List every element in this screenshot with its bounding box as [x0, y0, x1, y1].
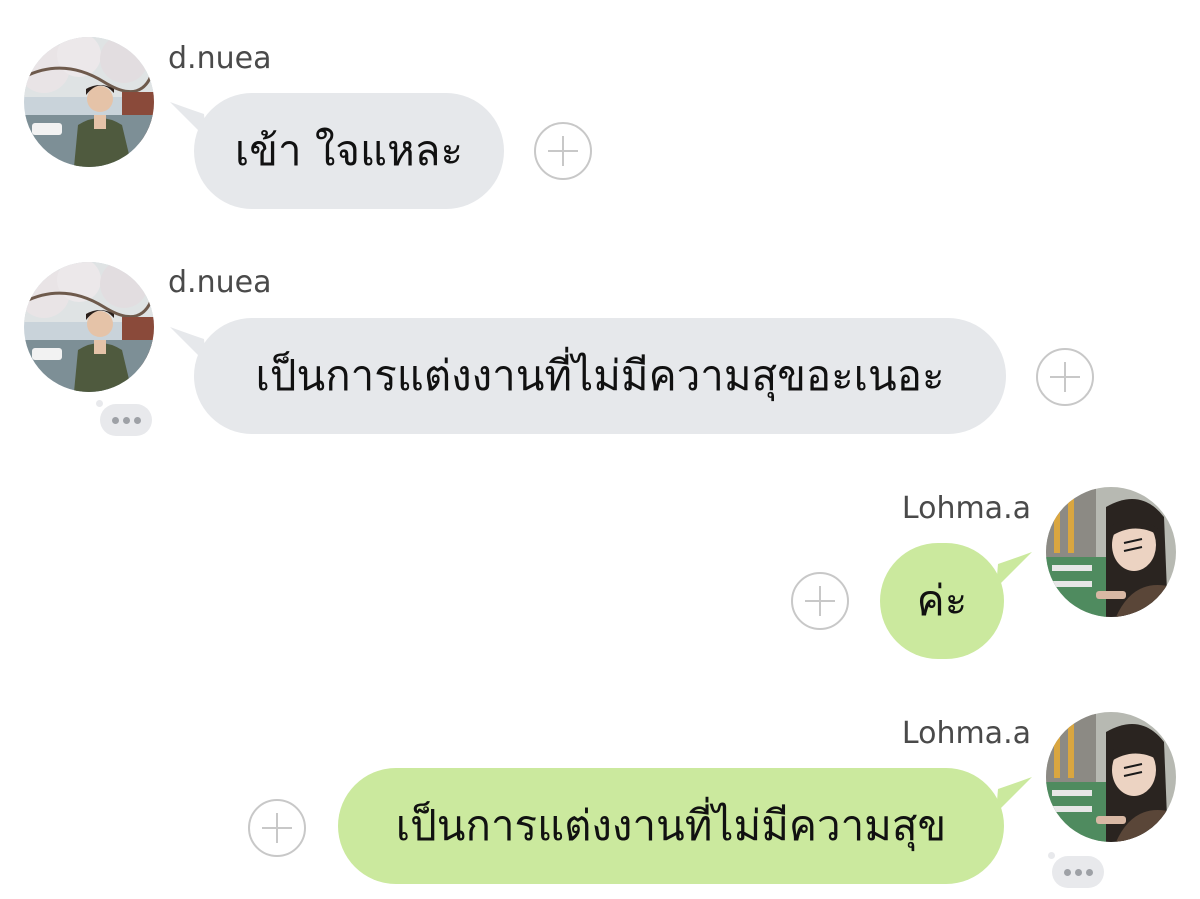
- avatar-lohma-a[interactable]: [1046, 487, 1176, 617]
- plus-circle-icon[interactable]: [1036, 348, 1094, 406]
- plus-circle-icon[interactable]: [248, 799, 306, 857]
- plus-circle-icon[interactable]: [534, 122, 592, 180]
- message-text: เข้า ใจแหละ: [234, 126, 464, 175]
- message-text: เป็นการแต่งงานที่ไม่มีความสุขอะเนอะ: [255, 351, 945, 400]
- message-bubble[interactable]: เข้า ใจแหละ: [194, 93, 504, 209]
- more-dots-icon[interactable]: [96, 400, 152, 436]
- chat-thread: d.nuea เข้า ใจแหละ d.nuea เป็นการแต่งงาน…: [0, 0, 1200, 899]
- message-text: ค่ะ: [916, 576, 968, 625]
- avatar-d-nuea[interactable]: [24, 262, 154, 392]
- message-bubble[interactable]: เป็นการแต่งงานที่ไม่มีความสุข: [338, 768, 1004, 884]
- plus-circle-icon[interactable]: [791, 572, 849, 630]
- message-bubble[interactable]: ค่ะ: [880, 543, 1004, 659]
- more-dots-icon[interactable]: [1048, 852, 1104, 888]
- avatar-d-nuea[interactable]: [24, 37, 154, 167]
- sender-name: d.nuea: [168, 265, 272, 300]
- avatar-lohma-a[interactable]: [1046, 712, 1176, 842]
- message-bubble[interactable]: เป็นการแต่งงานที่ไม่มีความสุขอะเนอะ: [194, 318, 1006, 434]
- sender-name: d.nuea: [168, 41, 272, 76]
- message-text: เป็นการแต่งงานที่ไม่มีความสุข: [395, 801, 947, 850]
- sender-name: Lohma.a: [901, 491, 1031, 526]
- sender-name: Lohma.a: [901, 716, 1031, 751]
